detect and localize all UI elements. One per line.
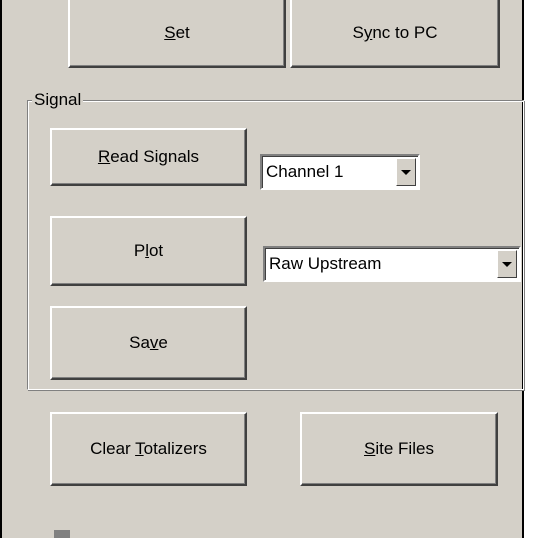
site-files-button[interactable]: Site Files xyxy=(300,412,498,486)
sync-to-pc-button-label: Sync to PC xyxy=(352,23,438,42)
save-button-label: Save xyxy=(129,333,168,352)
triangle-down-icon xyxy=(401,169,411,175)
partial-checkbox[interactable] xyxy=(54,530,70,538)
application-panel: Set Sync to PC Signal Read Signals Chann… xyxy=(0,0,524,538)
plot-button-label: Plot xyxy=(133,241,164,260)
plot-button[interactable]: Plot xyxy=(50,216,247,286)
read-signals-button[interactable]: Read Signals xyxy=(50,128,247,186)
plot-type-select-value: Raw Upstream xyxy=(269,254,382,273)
clear-totalizers-button[interactable]: Clear Totalizers xyxy=(50,412,247,486)
channel-select[interactable]: Channel 1 xyxy=(260,154,420,190)
set-button[interactable]: Set xyxy=(68,0,286,68)
plot-type-dropdown-button[interactable] xyxy=(497,250,517,278)
save-button[interactable]: Save xyxy=(50,306,247,380)
triangle-down-icon xyxy=(502,261,512,267)
set-button-label: Set xyxy=(164,23,190,42)
channel-dropdown-button[interactable] xyxy=(396,158,416,186)
sync-to-pc-button[interactable]: Sync to PC xyxy=(290,0,500,68)
site-files-button-label: Site Files xyxy=(364,439,434,458)
clear-totalizers-button-label: Clear Totalizers xyxy=(90,439,207,458)
plot-type-select[interactable]: Raw Upstream xyxy=(263,246,521,282)
read-signals-button-label: Read Signals xyxy=(97,147,200,166)
channel-select-value: Channel 1 xyxy=(266,162,344,181)
signal-group-label: Signal xyxy=(32,90,84,109)
